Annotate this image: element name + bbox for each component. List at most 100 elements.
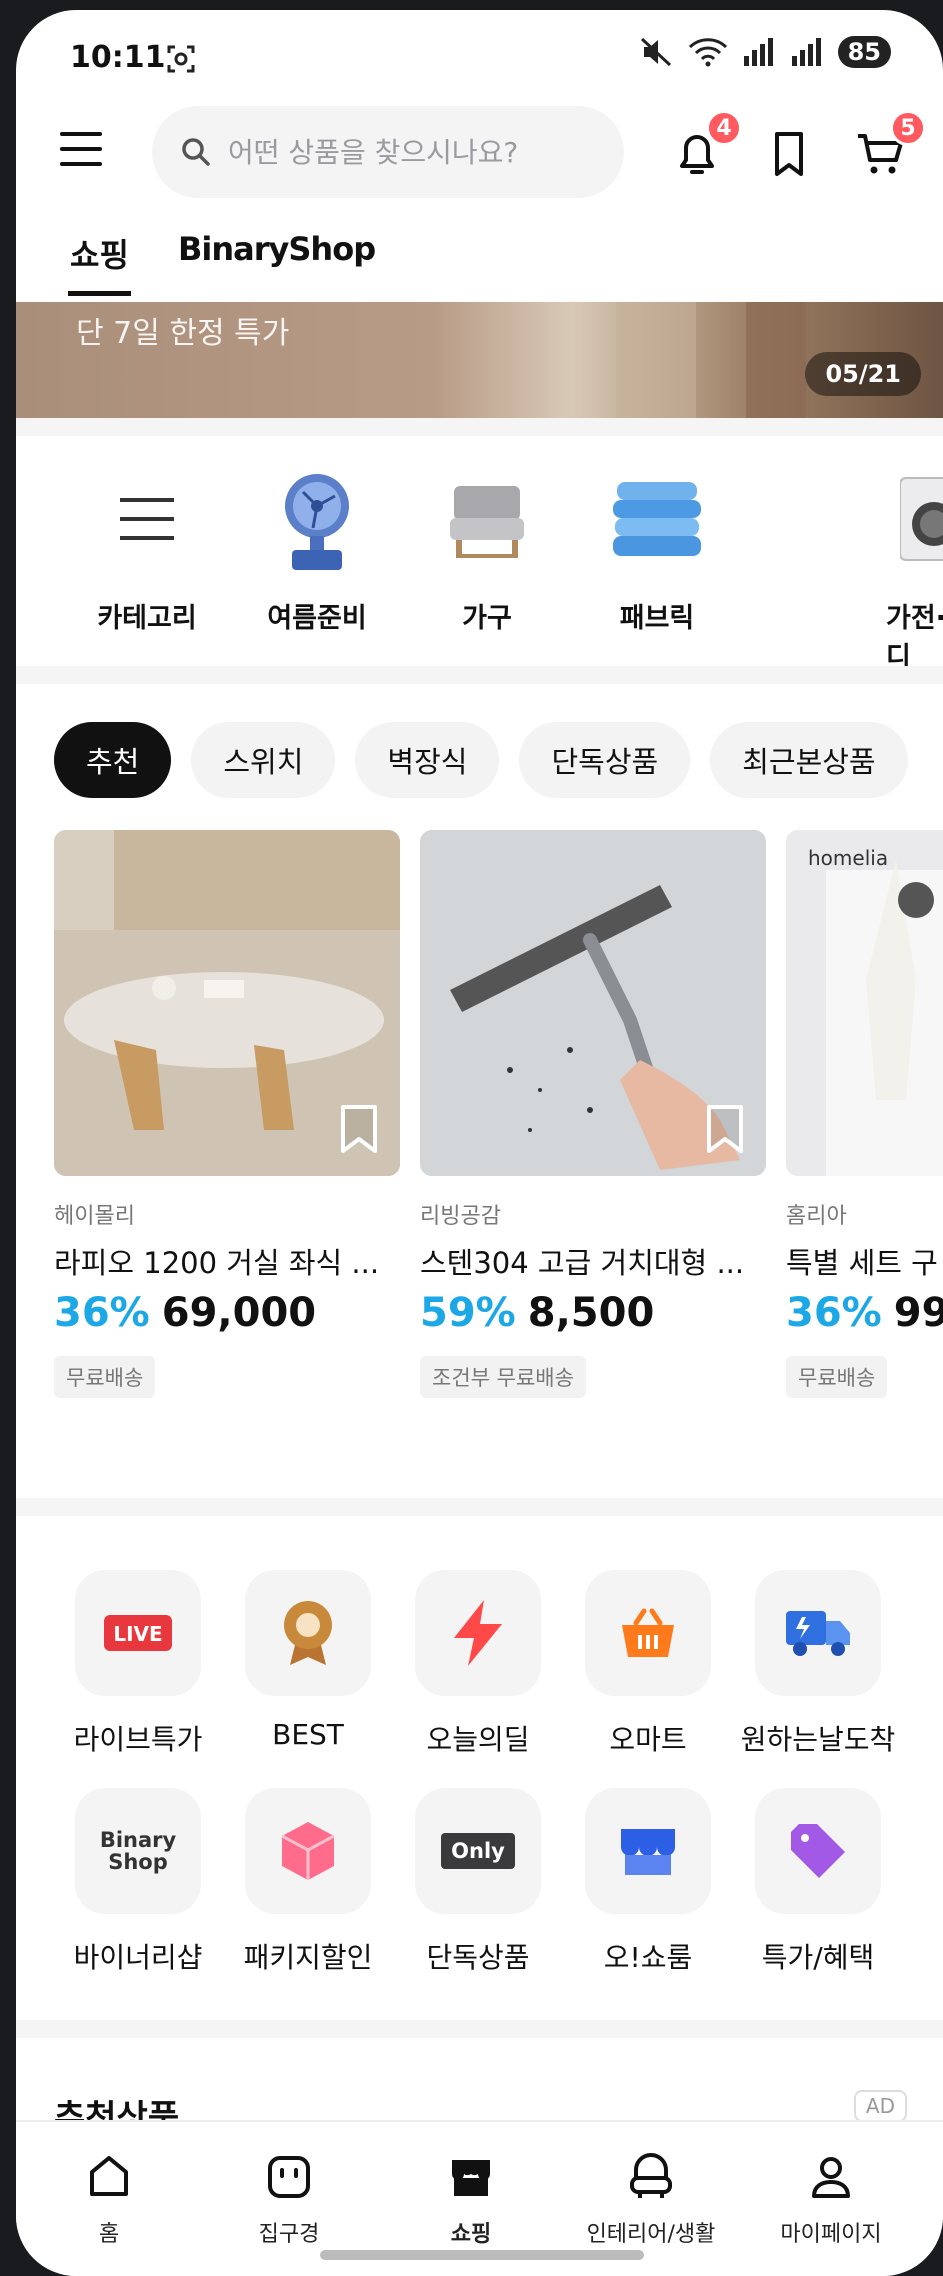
- battery-level: 85: [837, 36, 891, 68]
- promo-banner[interactable]: 단 7일 한정 특가 05/21: [16, 302, 943, 418]
- product-title: 라피오 1200 거실 좌식 ...: [54, 1246, 380, 1280]
- search-icon: [182, 138, 210, 166]
- basket-icon: [622, 1608, 674, 1657]
- product-brand: 헤이몰리: [54, 1204, 135, 1229]
- home-indicator[interactable]: [320, 2250, 644, 2260]
- product-card[interactable]: homelia 홈리아 특별 세트 구 36%99, 무료배송: [786, 830, 943, 1398]
- cart-badge: 5: [890, 110, 926, 146]
- divider: [16, 418, 943, 436]
- nav-home[interactable]: 홈: [24, 2152, 194, 2248]
- category-label: 가구: [462, 603, 512, 634]
- divider: [16, 1498, 943, 1516]
- lightning-icon: [454, 1600, 502, 1666]
- menu-icon: [120, 498, 174, 540]
- shortcut-label: 특가/혜택: [761, 1941, 875, 1974]
- bookmark-icon: [775, 132, 803, 176]
- signal-icon-2: [791, 38, 821, 66]
- bookmark-button[interactable]: [762, 126, 816, 180]
- product-brand: 홈리아: [786, 1204, 847, 1229]
- shipping-tag: 무료배송: [786, 1356, 888, 1398]
- chair-icon: [450, 486, 524, 558]
- product-card[interactable]: 헤이몰리 라피오 1200 거실 좌식 ... 36% 69,000 무료배송: [54, 830, 400, 1398]
- product-card[interactable]: 리빙공감 스텐304 고급 거치대형 ... 59% 8,500 조건부 무료배송: [420, 830, 766, 1398]
- product-image: [54, 830, 400, 1176]
- shortcut-package-discount[interactable]: 패키지할인: [228, 1788, 388, 1976]
- shortcut-label: 패키지할인: [243, 1941, 373, 1974]
- shopping-icon: [452, 2160, 490, 2196]
- shortcut-special-benefits[interactable]: 특가/혜택: [738, 1788, 898, 1976]
- category-item[interactable]: 가전·디: [816, 446, 943, 674]
- menu-icon[interactable]: [60, 132, 102, 166]
- category-label: 패브릭: [619, 603, 695, 634]
- nav-my-page[interactable]: 마이페이지: [746, 2152, 916, 2248]
- wifi-icon: [688, 38, 727, 67]
- profile-icon: [812, 2157, 850, 2198]
- banner-counter: 05/21: [805, 352, 921, 396]
- ad-badge: AD: [853, 2090, 907, 2122]
- shortcut-grid: LIVE 라이브특가 BEST 오늘의딜 오마트 원하는날도착 Binary S…: [16, 1570, 943, 2030]
- shortcut-todays-deal[interactable]: 오늘의딜: [398, 1570, 558, 1758]
- category-item[interactable]: 패브릭: [582, 446, 732, 635]
- chip-recent[interactable]: 최근본상품: [710, 722, 908, 798]
- filter-chips: 추천 스위치 벽장식 단독상품 최근본상품: [54, 722, 908, 800]
- bookmark-icon[interactable]: [340, 1104, 378, 1154]
- phone-screen: 10:11 85 어떤 상품을 찾으시나요? 4 5 쇼핑 BinaryShop…: [16, 10, 943, 2276]
- top-tabs: 쇼핑 BinaryShop: [16, 220, 943, 300]
- chip-switch[interactable]: 스위치: [191, 722, 336, 798]
- chip-wall-decor[interactable]: 벽장식: [355, 722, 500, 798]
- tab-binary-shop[interactable]: BinaryShop: [178, 230, 376, 268]
- interior-icon: [630, 2153, 672, 2198]
- nav-interior[interactable]: 인테리어/생활: [566, 2152, 736, 2248]
- category-item[interactable]: 가구: [412, 446, 562, 635]
- shortcut-omart[interactable]: 오마트: [568, 1570, 728, 1758]
- category-item[interactable]: 여름준비: [242, 446, 392, 635]
- search-input[interactable]: [228, 135, 608, 169]
- nav-house-tour[interactable]: 집구경: [204, 2152, 374, 2248]
- search-bar[interactable]: [152, 106, 624, 198]
- shortcut-binary-shop[interactable]: Binary Shop 바이너리샵: [58, 1788, 218, 1976]
- shipping-tag: 무료배송: [54, 1356, 156, 1398]
- product-price: 36%99,: [786, 1290, 943, 1336]
- tab-shopping[interactable]: 쇼핑: [68, 230, 131, 296]
- status-bar: 10:11 85: [16, 10, 943, 110]
- notification-button[interactable]: 4: [670, 110, 742, 180]
- package-discount-icon: [281, 1822, 335, 1880]
- category-item[interactable]: 카테고리: [72, 446, 222, 635]
- product-title: 특별 세트 구: [786, 1246, 938, 1280]
- nav-label: 인테리어/생활: [586, 2222, 716, 2247]
- divider: [16, 2020, 943, 2038]
- shortcut-showroom[interactable]: 오!쇼룸: [568, 1788, 728, 1976]
- product-price-value: 8,500: [527, 1290, 655, 1336]
- product-discount: 36%: [786, 1290, 882, 1336]
- chip-exclusive[interactable]: 단독상품: [519, 722, 691, 798]
- product-discount: 36%: [54, 1290, 150, 1336]
- shortcut-label: 라이브특가: [73, 1723, 203, 1756]
- status-time: 10:11: [70, 40, 166, 75]
- notification-badge: 4: [706, 110, 742, 146]
- home-icon: [90, 2156, 128, 2196]
- shortcut-best[interactable]: BEST: [228, 1570, 388, 1751]
- blanket-icon: [613, 482, 701, 556]
- shortcut-label: 오마트: [609, 1723, 687, 1756]
- shortcut-exclusive[interactable]: Only 단독상품: [398, 1788, 558, 1976]
- chip-recommended[interactable]: 추천: [54, 722, 172, 798]
- nav-label: 마이페이지: [780, 2222, 882, 2247]
- divider: [16, 666, 943, 684]
- shortcut-live-deal[interactable]: LIVE 라이브특가: [58, 1570, 218, 1758]
- shortcut-label: 오늘의딜: [426, 1723, 530, 1756]
- nav-shopping[interactable]: 쇼핑: [386, 2152, 556, 2248]
- cart-button[interactable]: 5: [854, 110, 926, 180]
- nav-label: 집구경: [258, 2222, 320, 2247]
- shortcut-label: BEST: [272, 1718, 344, 1751]
- bookmark-icon[interactable]: [706, 1104, 744, 1154]
- delivery-truck-icon: [786, 1611, 850, 1656]
- product-carousel: 헤이몰리 라피오 1200 거실 좌식 ... 36%69,000 무료배송: [54, 830, 943, 1430]
- category-label: 여름준비: [267, 603, 367, 634]
- product-image: homelia: [786, 830, 943, 1176]
- category-row: 카테고리 여름준비 가구 패브릭 가전·디: [16, 446, 943, 673]
- status-icons: 85: [640, 36, 891, 68]
- signal-icon: [743, 38, 773, 66]
- banner-text: 단 7일 한정 특가: [76, 316, 290, 351]
- shortcut-scheduled-delivery[interactable]: 원하는날도착: [738, 1570, 898, 1758]
- nav-label: 홈: [98, 2222, 120, 2247]
